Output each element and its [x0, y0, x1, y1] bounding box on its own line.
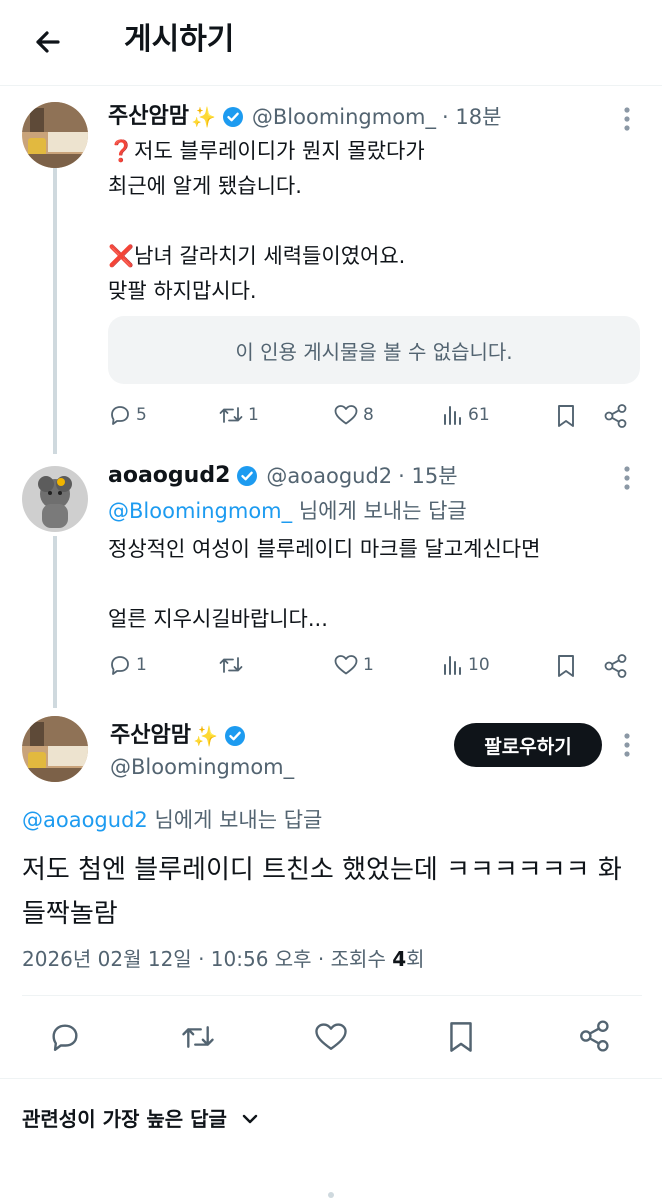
post-text-line: 최근에 알게 됐습니다. — [108, 174, 302, 198]
bookmark-button[interactable] — [446, 1019, 476, 1055]
more-options-icon[interactable] — [623, 732, 631, 758]
share-icon — [604, 404, 627, 428]
timestamp[interactable]: · 18분 — [442, 102, 501, 132]
display-name[interactable]: aoaogud2 — [108, 461, 230, 491]
replies-sort-dropdown[interactable]: 관련성이 가장 높은 답글 — [22, 1102, 263, 1136]
chevron-down-icon — [242, 1114, 258, 1124]
analytics-icon — [444, 406, 461, 425]
repost-icon — [219, 657, 243, 673]
verified-badge-icon — [224, 726, 245, 746]
reply-button[interactable] — [48, 1020, 82, 1054]
verified-badge-icon — [237, 466, 258, 486]
more-options-icon[interactable] — [623, 106, 631, 132]
reply-button[interactable]: 1 — [108, 653, 147, 677]
mention-link[interactable]: @Bloomingmom_ — [108, 499, 292, 523]
bookmark-button[interactable] — [555, 653, 577, 679]
post-text-line: ❌남녀 갈라치기 세력들이였어요. — [108, 244, 406, 268]
divider — [0, 1078, 662, 1079]
heart-icon — [334, 655, 358, 675]
views-button[interactable]: 10 — [442, 653, 490, 677]
thread-line — [53, 536, 57, 708]
post-text-line: 정상적인 여성이 블루레이디 마크를 달고계신다면 — [108, 537, 541, 561]
post-date[interactable]: 2026년 02월 12일 · 10:56 오후 · 조회수 — [22, 947, 392, 971]
verified-badge-icon — [222, 107, 243, 127]
mention-link[interactable]: @aoaogud2 — [22, 808, 148, 832]
view-count: 61 — [468, 405, 490, 425]
reply-count: 1 — [136, 655, 147, 675]
replying-to: @aoaogud2 님에게 보내는 답글 — [22, 808, 323, 832]
timestamp[interactable]: · 15분 — [398, 461, 457, 491]
post-metadata: 2026년 02월 12일 · 10:56 오후 · 조회수 4회 — [22, 947, 425, 971]
page-title: 게시하기 — [124, 22, 235, 57]
views-button[interactable]: 61 — [442, 403, 490, 427]
back-arrow-icon[interactable] — [28, 22, 68, 62]
handle[interactable]: @Bloomingmom_ — [110, 752, 294, 782]
share-icon — [580, 1020, 609, 1052]
more-options-icon[interactable] — [623, 465, 631, 491]
display-name[interactable]: 주산암맘 — [110, 721, 191, 751]
repost-button[interactable] — [218, 653, 248, 677]
repost-icon — [182, 1026, 214, 1048]
share-icon — [604, 654, 627, 678]
like-count: 1 — [363, 655, 374, 675]
avatar[interactable] — [22, 716, 88, 782]
post-text-line: 맞팔 하지맙시다. — [108, 279, 257, 303]
replying-to: @Bloomingmom_ 님에게 보내는 답글 — [108, 499, 467, 523]
like-button[interactable]: 1 — [333, 653, 374, 677]
handle[interactable]: @Bloomingmom_ — [252, 102, 436, 132]
view-count: 10 — [468, 655, 490, 675]
view-count: 4 — [392, 947, 407, 971]
like-count: 8 — [363, 405, 374, 425]
divider — [22, 995, 642, 996]
sort-label: 관련성이 가장 높은 답글 — [22, 1107, 227, 1131]
like-button[interactable]: 8 — [333, 403, 374, 427]
like-button[interactable] — [313, 1020, 349, 1054]
repost-count: 1 — [248, 405, 259, 425]
bookmark-icon — [558, 405, 574, 427]
quote-unavailable-card[interactable]: 이 인용 게시물을 볼 수 없습니다. — [108, 316, 640, 384]
sparkle-emoji: ✨ — [192, 724, 218, 748]
reply-icon — [111, 656, 129, 675]
bookmark-icon — [450, 1022, 472, 1052]
heart-icon — [315, 1023, 347, 1050]
reply-count: 5 — [136, 405, 147, 425]
share-button[interactable] — [603, 653, 629, 679]
post-text-line: 얼른 지우시길바랍니다... — [108, 607, 328, 631]
author-row: 주산암맘 ✨ — [110, 721, 254, 751]
avatar[interactable] — [22, 466, 88, 532]
share-button[interactable] — [578, 1019, 612, 1053]
bookmark-button[interactable] — [555, 403, 577, 429]
share-button[interactable] — [603, 403, 629, 429]
loading-indicator — [328, 1192, 334, 1198]
reply-button[interactable]: 5 — [108, 403, 147, 427]
avatar[interactable] — [22, 102, 88, 168]
analytics-icon — [444, 656, 461, 675]
sparkle-emoji: ✨ — [190, 105, 216, 129]
display-name[interactable]: 주산암맘 — [108, 102, 189, 132]
bookmark-icon — [558, 655, 574, 677]
post-text-line: ❓저도 블루레이디가 뭔지 몰랐다가 — [108, 139, 425, 163]
handle[interactable]: @aoaogud2 — [266, 461, 392, 491]
author-row: aoaogud2 @aoaogud2 · 15분 — [108, 461, 458, 491]
reply-icon — [111, 406, 129, 425]
main-post-text: 저도 첨엔 블루레이디 트친소 했었는데 ㅋㅋㅋㅋㅋㅋ 화들짝놀람 — [22, 855, 622, 929]
thread-line — [53, 168, 57, 454]
author-row: 주산암맘 ✨ @Bloomingmom_ · 18분 — [108, 102, 501, 132]
top-bar: 게시하기 — [0, 0, 662, 86]
heart-icon — [334, 405, 358, 425]
follow-button[interactable]: 팔로우하기 — [454, 723, 602, 767]
repost-icon — [219, 407, 243, 423]
repost-button[interactable] — [180, 1020, 216, 1054]
reply-icon — [52, 1024, 78, 1051]
repost-button[interactable]: 1 — [218, 403, 259, 427]
